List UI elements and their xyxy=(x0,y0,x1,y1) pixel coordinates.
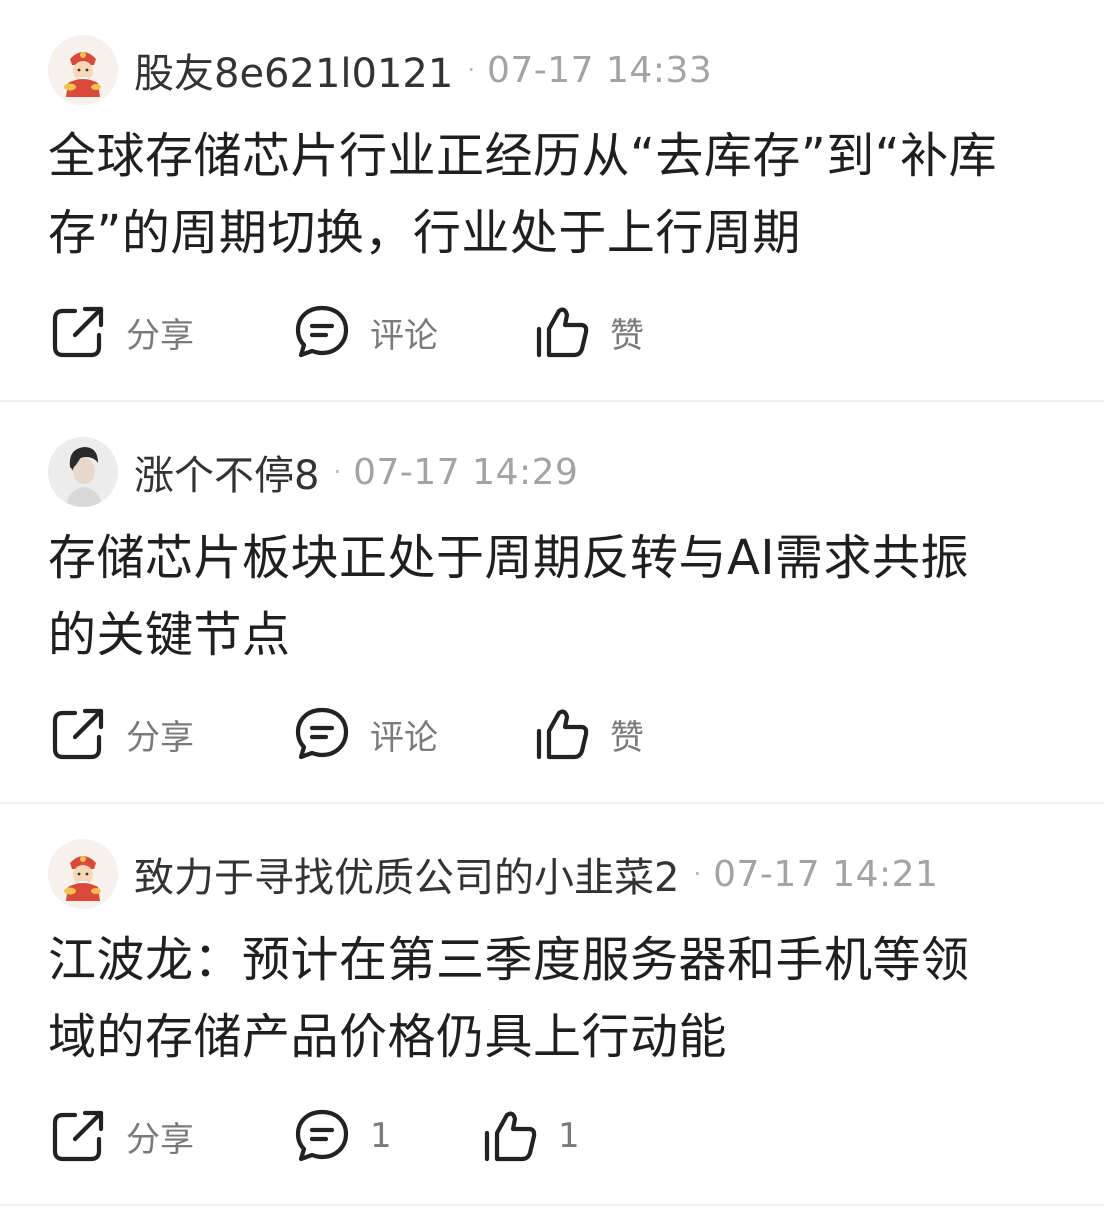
share-button[interactable]: 分享 xyxy=(48,300,194,364)
post-content[interactable]: 存储芯片板块正处于周期反转与AI需求共振 的关键节点 xyxy=(48,520,1058,674)
post-content[interactable]: 江波龙：预计在第三季度服务器和手机等领 域的存储产品价格仍具上行动能 xyxy=(48,922,1058,1076)
fortune-god-avatar-icon xyxy=(48,35,118,105)
post-card[interactable]: 涨个不停8 · 07-17 14:29 存储芯片板块正处于周期反转与AI需求共振… xyxy=(0,402,1104,804)
fortune-god-avatar-icon xyxy=(48,839,118,909)
like-count: 1 xyxy=(558,1116,580,1156)
post-content-line: 全球存储芯片行业正经历从“去库存”到“补库 xyxy=(48,128,998,184)
post-content-line: 域的存储产品价格仍具上行动能 xyxy=(48,1009,728,1065)
like-button[interactable]: 赞 xyxy=(532,702,644,766)
meta-separator: · xyxy=(333,458,342,486)
like-label: 赞 xyxy=(610,717,644,758)
avatar[interactable] xyxy=(48,437,118,507)
comment-feed: 股友8e621l0121 · 07-17 14:33 全球存储芯片行业正经历从“… xyxy=(0,0,1104,1206)
post-content-line: 存储芯片板块正处于周期反转与AI需求共振 xyxy=(48,530,969,586)
avatar[interactable] xyxy=(48,35,118,105)
meta-separator: · xyxy=(693,860,702,888)
post-header: 致力于寻找优质公司的小韭菜2 · 07-17 14:21 xyxy=(48,838,938,910)
post-card[interactable]: 致力于寻找优质公司的小韭菜2 · 07-17 14:21 江波龙：预计在第三季度… xyxy=(0,804,1104,1206)
comment-icon xyxy=(295,707,349,760)
like-button[interactable]: 赞 xyxy=(532,300,644,364)
action-bar: 分享 评论 赞 xyxy=(48,300,1048,364)
thumbs-up-icon xyxy=(484,1111,537,1162)
share-label: 分享 xyxy=(126,1119,194,1160)
share-icon xyxy=(52,306,104,358)
author-name[interactable]: 股友8e621l0121 xyxy=(134,41,453,99)
post-card[interactable]: 股友8e621l0121 · 07-17 14:33 全球存储芯片行业正经历从“… xyxy=(0,0,1104,402)
like-button[interactable]: 1 xyxy=(480,1104,580,1168)
post-timestamp: 07-17 14:33 xyxy=(486,49,713,91)
comment-label: 评论 xyxy=(370,315,438,356)
comment-icon xyxy=(295,1109,349,1162)
comment-icon xyxy=(295,305,349,358)
like-label: 赞 xyxy=(610,315,644,356)
action-bar: 分享 评论 赞 xyxy=(48,702,1048,766)
thumbs-up-icon xyxy=(536,709,589,760)
comment-button[interactable]: 1 xyxy=(292,1104,392,1168)
share-label: 分享 xyxy=(126,717,194,758)
meta-separator: · xyxy=(467,56,475,84)
post-content[interactable]: 全球存储芯片行业正经历从“去库存”到“补库 存”的周期切换，行业处于上行周期 xyxy=(48,118,1058,272)
person-photo-avatar-icon xyxy=(48,437,118,507)
share-icon xyxy=(52,1110,104,1162)
action-bar: 分享 1 1 xyxy=(48,1104,1048,1168)
post-header: 涨个不停8 · 07-17 14:29 xyxy=(48,436,578,508)
author-name[interactable]: 致力于寻找优质公司的小韭菜2 xyxy=(134,845,679,903)
share-button[interactable]: 分享 xyxy=(48,702,194,766)
post-content-line: 存”的周期切换，行业处于上行周期 xyxy=(48,205,801,261)
comment-count: 1 xyxy=(370,1116,392,1156)
post-header: 股友8e621l0121 · 07-17 14:33 xyxy=(48,34,712,106)
post-timestamp: 07-17 14:29 xyxy=(353,451,579,493)
author-name[interactable]: 涨个不停8 xyxy=(134,443,319,501)
share-button[interactable]: 分享 xyxy=(48,1104,194,1168)
comment-label: 评论 xyxy=(370,717,438,758)
thumbs-up-icon xyxy=(536,307,589,358)
comment-button[interactable]: 评论 xyxy=(292,300,438,364)
post-content-line: 江波龙：预计在第三季度服务器和手机等领 xyxy=(48,932,970,988)
share-icon xyxy=(52,708,104,760)
comment-button[interactable]: 评论 xyxy=(292,702,438,766)
post-content-line: 的关键节点 xyxy=(48,607,291,663)
share-label: 分享 xyxy=(126,315,194,356)
avatar[interactable] xyxy=(48,839,118,909)
post-timestamp: 07-17 14:21 xyxy=(713,853,939,895)
